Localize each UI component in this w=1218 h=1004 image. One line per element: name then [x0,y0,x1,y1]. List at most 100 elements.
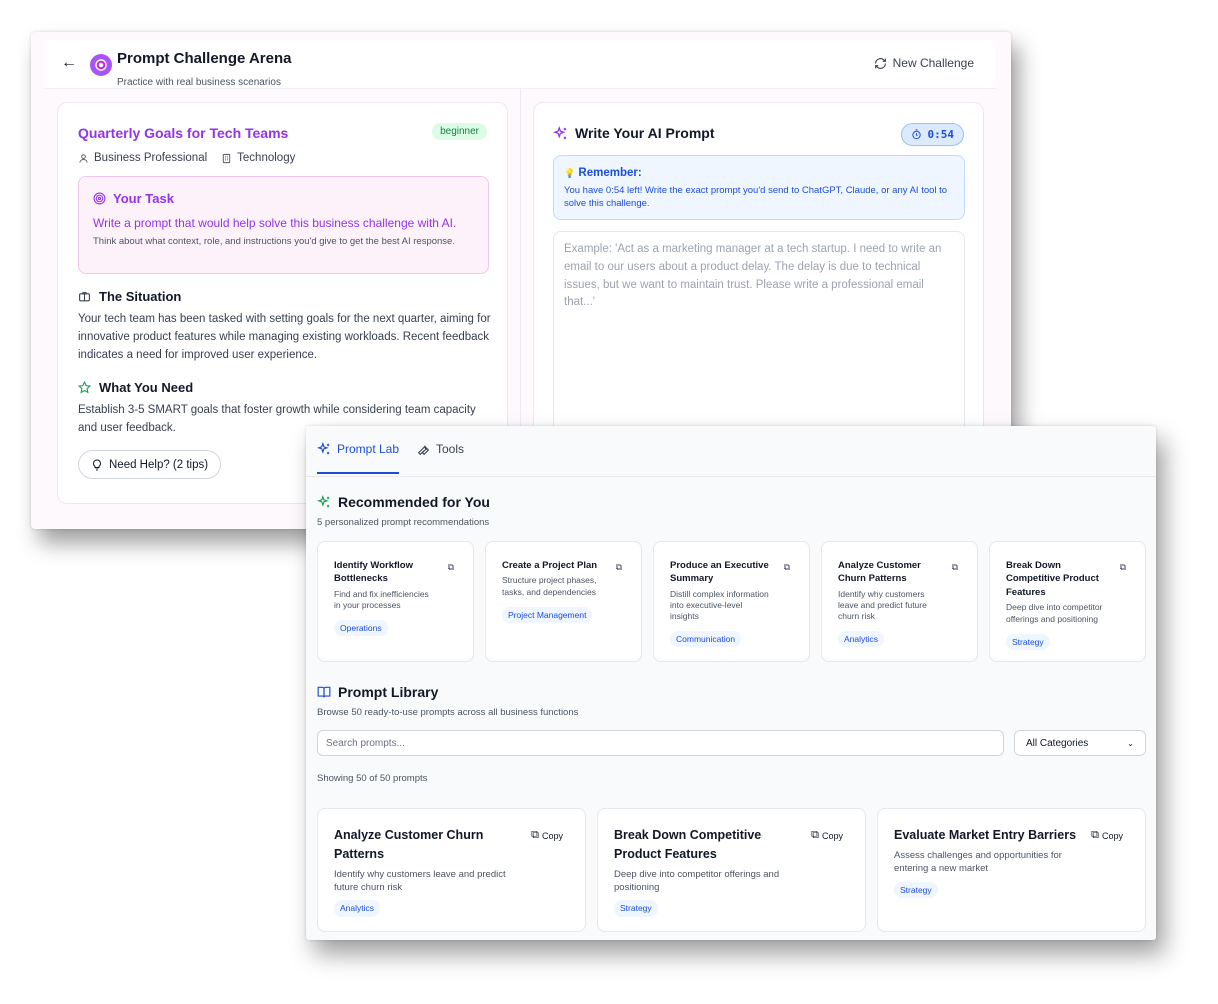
lightbulb-icon [93,458,101,470]
recommendation-card[interactable]: Produce an Executive Summary Distill com… [653,541,810,662]
copy-button[interactable]: ⧉ Copy [811,829,843,842]
copy-icon[interactable]: ⧉ [784,562,790,573]
copy-label: Copy [821,830,843,841]
library-list: Analyze Customer Churn Patterns Identify… [317,808,1146,932]
recommendation-content: Identify Workflow Bottlenecks Find and f… [334,559,444,637]
recommended-subtitle: 5 personalized prompt recommendations [317,517,490,528]
recommendation-title: Identify Workflow Bottlenecks [334,560,413,585]
recommendation-card[interactable]: Analyze Customer Churn Patterns Identify… [821,541,978,662]
countdown-timer: 0:54 [900,123,964,146]
task-box: Your Task Write a prompt that would help… [78,176,489,274]
need-help-button[interactable]: Need Help? (2 tips) [78,450,222,479]
category-tag: Analytics [334,900,381,918]
library-card-title: Analyze Customer Churn Patterns [334,828,484,861]
recommendation-title: Break Down Competitive Product Features [1006,560,1099,598]
briefcase-icon [79,292,90,302]
category-tag: Operations [334,620,388,637]
copy-icon: ⧉ [811,829,819,841]
library-card-desc: Identify why customers leave and predict… [334,868,506,893]
category-tag: Strategy [894,881,938,899]
library-card[interactable]: Evaluate Market Entry Barriers Assess ch… [877,808,1146,932]
new-challenge-button[interactable]: New Challenge [874,56,974,70]
library-heading-text: Prompt Library [338,684,439,700]
library-heading: Prompt Library [317,684,438,700]
recommendation-desc: Structure project phases, tasks, and dep… [502,575,597,597]
remember-heading-text: Remember: [578,167,642,179]
copy-icon[interactable]: ⧉ [952,562,958,573]
search-input[interactable]: Search prompts... [317,730,1004,756]
remember-box: 💡 Remember: You have 0:54 left! Write th… [553,155,965,220]
situation-heading: The Situation [78,289,181,304]
library-card-content: Evaluate Market Entry Barriers Assess ch… [894,826,1089,899]
copy-button[interactable]: ⧉ Copy [531,829,563,842]
copy-icon[interactable]: ⧉ [616,562,622,573]
results-count: Showing 50 of 50 prompts [317,773,428,784]
timer-value: 0:54 [927,128,955,141]
building-icon [222,153,231,163]
copy-icon[interactable]: ⧉ [448,562,454,573]
copy-icon: ⧉ [1091,829,1099,841]
recommendation-title: Analyze Customer Churn Patterns [838,560,921,585]
recommendation-card[interactable]: Break Down Competitive Product Features … [989,541,1146,662]
sparkles-icon [317,442,330,455]
target-icon [93,192,106,205]
recommendation-card[interactable]: Create a Project Plan Structure project … [485,541,642,662]
recommendation-content: Produce an Executive Summary Distill com… [670,559,780,648]
role-label: Business Professional [94,152,208,164]
recommendation-content: Create a Project Plan Structure project … [502,559,612,623]
challenge-title: Quarterly Goals for Tech Teams [78,125,289,141]
category-tag: Strategy [1006,633,1050,650]
category-select[interactable]: All Categories ⌄ [1014,730,1146,756]
writer-heading: Write Your AI Prompt [553,125,715,141]
library-card[interactable]: Analyze Customer Churn Patterns Identify… [317,808,586,932]
page-title: Prompt Challenge Arena [117,50,292,67]
tab-tools[interactable]: Tools [417,442,464,456]
bulb-emoji-icon: 💡 [564,168,576,178]
target-logo-icon [90,54,112,76]
tab-prompt-lab[interactable]: Prompt Lab [317,442,400,474]
writer-heading-text: Write Your AI Prompt [575,125,715,141]
stopwatch-icon [911,129,921,140]
copy-icon: ⧉ [531,829,539,841]
library-card-title: Evaluate Market Entry Barriers [894,828,1077,842]
library-subtitle: Browse 50 ready-to-use prompts across al… [317,707,579,718]
tab-prompt-lab-label: Prompt Lab [337,442,400,456]
industry-label: Technology [237,152,296,164]
prompt-placeholder: Example: 'Act as a marketing manager at … [564,243,942,309]
back-arrow-icon[interactable]: ← [61,54,77,72]
library-card[interactable]: Break Down Competitive Product Features … [597,808,866,932]
library-card-content: Analyze Customer Churn Patterns Identify… [334,826,529,918]
challenge-meta: Business Professional Technology [78,152,295,164]
recommendation-desc: Distill complex information into executi… [670,588,769,622]
arena-header: ← Prompt Challenge Arena Practice with r… [45,40,996,89]
role-meta: Business Professional [78,152,207,164]
star-icon [78,381,91,394]
task-heading: Your Task [93,191,174,206]
category-selected: All Categories [1026,737,1089,749]
copy-icon[interactable]: ⧉ [1120,562,1126,573]
chevron-down-icon: ⌄ [1127,738,1134,748]
recommendation-title: Produce an Executive Summary [670,560,769,585]
recommendation-content: Break Down Competitive Product Features … [1006,559,1116,650]
need-heading-text: What You Need [99,380,194,395]
tab-tools-label: Tools [436,442,465,456]
book-open-icon [317,686,331,698]
recommendation-card[interactable]: Identify Workflow Bottlenecks Find and f… [317,541,474,662]
sparkles-icon [317,495,330,508]
copy-button[interactable]: ⧉ Copy [1091,829,1123,842]
category-tag: Project Management [502,606,593,623]
recommendation-content: Analyze Customer Churn Patterns Identify… [838,559,948,648]
new-challenge-label: New Challenge [892,56,974,70]
recommendation-desc: Deep dive into competitor offerings and … [1006,602,1103,624]
recommendation-desc: Find and fix inefficiencies in your proc… [334,588,429,611]
copy-label: Copy [541,830,563,841]
library-card-content: Break Down Competitive Product Features … [614,826,809,918]
library-card-desc: Assess challenges and opportunities for … [894,849,1062,875]
wrench-icon [417,444,430,455]
task-heading-text: Your Task [113,191,174,206]
recommendation-list: Identify Workflow Bottlenecks Find and f… [317,541,1146,662]
remember-heading: 💡 Remember: [564,167,642,179]
copy-label: Copy [1101,830,1123,841]
page-subtitle: Practice with real business scenarios [117,77,281,88]
tab-bar: Prompt Lab Tools [306,426,1156,477]
